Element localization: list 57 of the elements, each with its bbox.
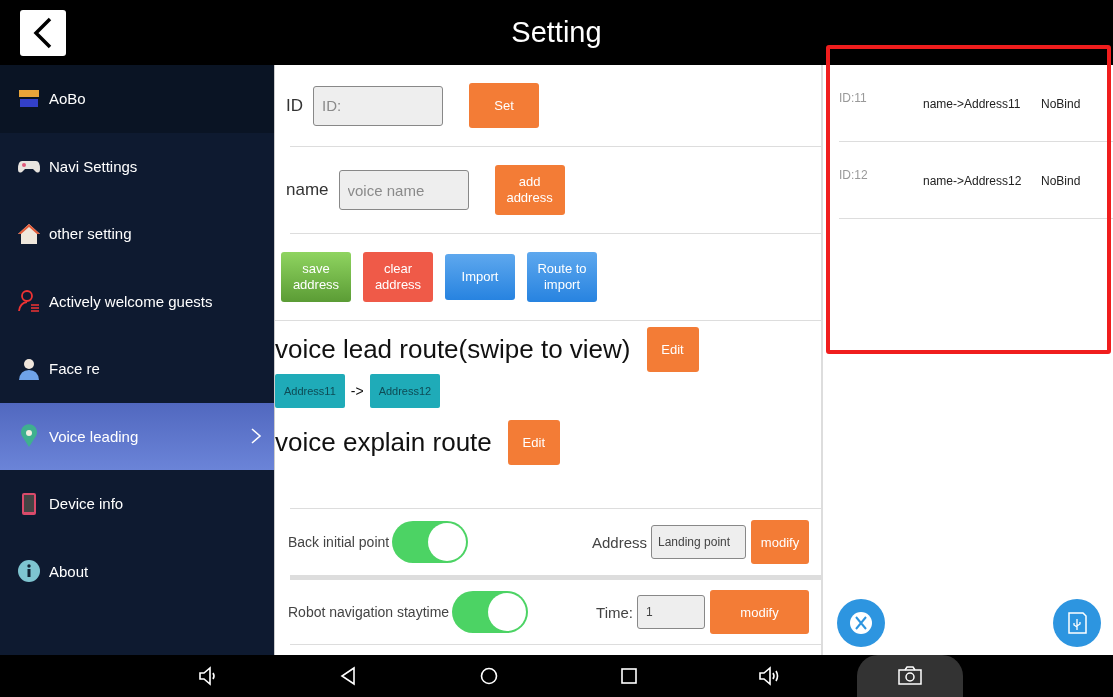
set-button[interactable]: Set: [469, 83, 539, 128]
recents-icon[interactable]: [618, 665, 640, 687]
camera-icon: [897, 666, 923, 686]
address-id: ID:11: [839, 91, 868, 105]
name-label: name: [286, 180, 329, 200]
id-label: ID: [286, 95, 303, 116]
sidebar-item[interactable]: Face re: [0, 335, 274, 403]
setting-label: Back initial point: [288, 534, 390, 550]
screenshot-button[interactable]: [857, 655, 963, 697]
add-address-button[interactable]: add address: [494, 165, 565, 215]
sidebar-item[interactable]: other setting: [0, 200, 274, 268]
back-button[interactable]: [20, 10, 66, 56]
chevron-icon: [250, 427, 262, 446]
export-button[interactable]: [1053, 599, 1101, 647]
close-icon: [849, 611, 873, 635]
home-icon[interactable]: [478, 665, 500, 687]
field-label: Address: [591, 533, 647, 551]
section-title: voice explain route: [275, 427, 492, 458]
action-button[interactable]: Route to import: [527, 252, 597, 302]
edit-button[interactable]: Edit: [646, 327, 699, 372]
edit-button[interactable]: Edit: [507, 420, 560, 465]
house-icon: [17, 221, 41, 246]
name-field[interactable]: voice name: [338, 170, 469, 210]
volume-up-icon[interactable]: [758, 665, 780, 687]
setting-label: Robot navigation staytime: [288, 604, 450, 620]
info-icon: [17, 559, 41, 584]
person-list-icon: [17, 289, 41, 314]
id-field[interactable]: ID:: [313, 85, 443, 126]
card-usb-icon: [1066, 611, 1088, 635]
bind-status: NoBind: [1041, 174, 1081, 188]
close-button[interactable]: [837, 599, 885, 647]
sidebar-item[interactable]: Actively welcome guests: [0, 267, 274, 335]
action-button[interactable]: save address: [281, 252, 351, 302]
address-name: name->Address11: [923, 97, 1022, 111]
sidebar-item[interactable]: Voice leading: [0, 402, 274, 470]
modify-button[interactable]: modify: [710, 590, 809, 634]
sidebar-item[interactable]: About: [0, 537, 274, 605]
sidebar-item[interactable]: Device info: [0, 470, 274, 538]
sidebar-item[interactable]: AoBo: [0, 65, 274, 133]
route-chip[interactable]: Address11: [275, 374, 345, 408]
sidebar-item[interactable]: Navi Settings: [0, 132, 274, 200]
screen-title: Setting: [511, 16, 602, 49]
toggle-switch[interactable]: [452, 591, 529, 633]
field-label: Time:: [596, 603, 633, 621]
route-arrow: ->: [350, 383, 364, 399]
value-field[interactable]: Landing point: [651, 525, 746, 559]
address-name: name->Address12: [923, 174, 1023, 188]
address-id: ID:12: [839, 168, 869, 182]
person-icon: [17, 356, 41, 381]
modify-button[interactable]: modify: [751, 520, 809, 564]
toggle-switch[interactable]: [392, 521, 469, 563]
section-title: voice lead route(swipe to view): [275, 334, 631, 365]
action-button[interactable]: clear address: [363, 252, 433, 302]
route-chip[interactable]: Address12: [369, 374, 441, 408]
value-field[interactable]: 1: [637, 595, 705, 629]
bind-status: NoBind: [1041, 97, 1081, 111]
action-button[interactable]: Import: [445, 254, 515, 300]
